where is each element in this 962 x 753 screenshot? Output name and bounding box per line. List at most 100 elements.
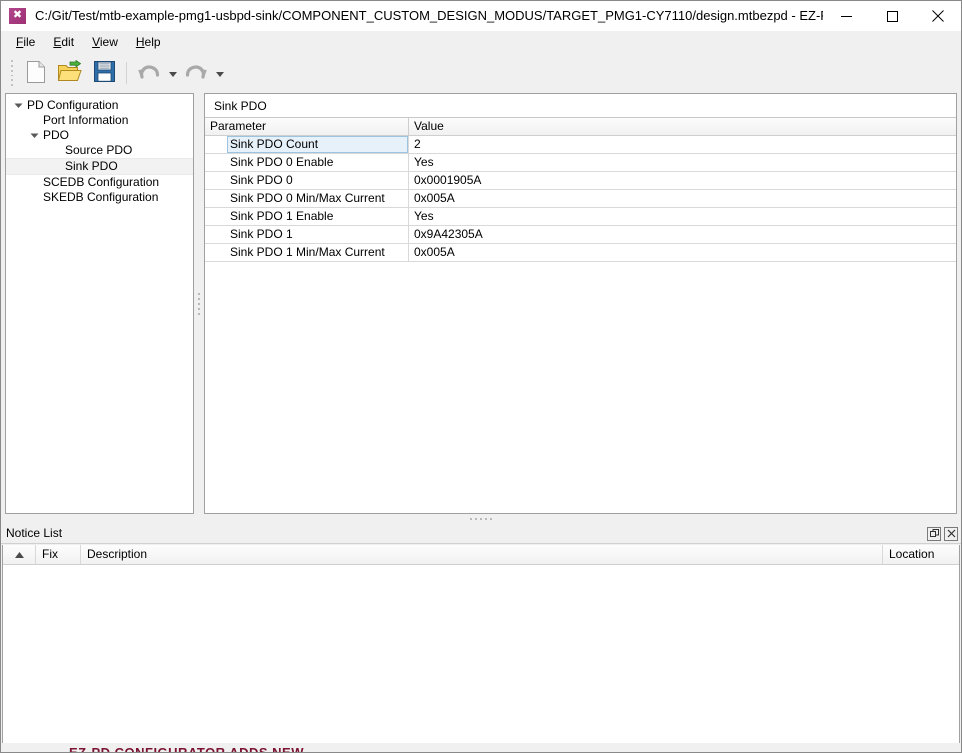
tree-item-label: SKEDB Configuration [43, 190, 159, 204]
clipped-banner-text: EZ-PD CONFIGURATOR ADDS NEW [69, 745, 304, 752]
tree-item-label: PDO [43, 128, 70, 142]
redo-icon [183, 61, 209, 86]
expander-collapse-icon[interactable] [26, 128, 42, 143]
menu-help-rest: elp [144, 35, 161, 49]
menu-file-rest: ile [23, 35, 36, 49]
column-header-location[interactable]: Location [883, 545, 959, 564]
menu-view[interactable]: View [83, 32, 127, 52]
sort-ascending-icon [14, 545, 24, 564]
tree-item-label: Port Information [43, 113, 129, 127]
tree-item-skedb-configuration[interactable]: SKEDB Configuration [6, 190, 193, 205]
cell-value[interactable]: Yes [409, 208, 951, 225]
undo-dropdown-button[interactable] [166, 56, 179, 90]
open-file-button[interactable] [53, 56, 87, 90]
menu-help[interactable]: Help [127, 32, 170, 52]
menu-edit-rest: dit [61, 35, 75, 49]
new-file-icon [25, 60, 47, 87]
tree-item-sink-pdo[interactable]: Sink PDO [6, 158, 193, 175]
table-row[interactable]: Sink PDO 0 Min/Max Current 0x005A [205, 190, 956, 208]
column-header-sort[interactable] [3, 545, 36, 564]
cell-parameter[interactable]: Sink PDO 0 Enable [205, 154, 409, 171]
redo-dropdown-button[interactable] [213, 56, 226, 90]
undo-icon [136, 61, 162, 86]
float-icon [929, 529, 939, 538]
column-header-value[interactable]: Value [409, 118, 956, 135]
minimize-button[interactable] [823, 1, 869, 31]
close-button[interactable] [944, 526, 958, 541]
menu-view-mnemonic: V [92, 35, 100, 49]
title-bar: ✖ C:/Git/Test/mtb-example-pmg1-usbpd-sin… [1, 1, 961, 31]
window-title: C:/Git/Test/mtb-example-pmg1-usbpd-sink/… [35, 8, 823, 23]
save-icon [93, 60, 116, 86]
navigation-tree-panel: PD Configuration Port Information PDO So… [5, 93, 194, 514]
cell-parameter[interactable]: Sink PDO 1 Min/Max Current [205, 244, 409, 261]
toolbar-grip[interactable] [8, 60, 16, 86]
open-folder-icon [57, 59, 83, 87]
redo-button[interactable] [179, 56, 213, 90]
table-row[interactable]: Sink PDO 1 Enable Yes [205, 208, 956, 226]
tree-item-label: Sink PDO [65, 159, 118, 173]
chevron-down-icon [168, 66, 177, 80]
cell-value[interactable]: 2 [409, 136, 951, 153]
column-header-fix[interactable]: Fix [36, 545, 81, 564]
cell-value[interactable]: 0x005A [409, 190, 951, 207]
tree-item-source-pdo[interactable]: Source PDO [6, 143, 193, 158]
notice-list-caption: Notice List [1, 524, 961, 544]
table-row[interactable]: Sink PDO 1 Min/Max Current 0x005A [205, 244, 956, 262]
notice-list-body[interactable] [3, 565, 959, 743]
navigation-tree: PD Configuration Port Information PDO So… [6, 94, 193, 205]
expander-collapse-icon[interactable] [10, 98, 26, 113]
bottom-clipped-region: EZ-PD CONFIGURATOR ADDS NEW [1, 743, 961, 752]
menu-view-rest: iew [99, 35, 118, 49]
vertical-splitter[interactable] [194, 93, 204, 514]
caption-buttons [823, 1, 961, 31]
cell-parameter-text: Sink PDO Count [230, 137, 319, 151]
horizontal-splitter[interactable] [1, 514, 961, 524]
cell-parameter[interactable]: Sink PDO 1 [205, 226, 409, 243]
cell-value[interactable]: 0x005A [409, 244, 951, 261]
close-button[interactable] [915, 1, 961, 31]
table-row[interactable]: Sink PDO 0 0x0001905A [205, 172, 956, 190]
parameter-grid: Parameter Value Sink PDO Count 2 Sink PD… [205, 118, 956, 513]
notice-list-grid: Fix Description Location [2, 545, 960, 744]
tree-item-label: SCEDB Configuration [43, 175, 160, 189]
parameter-panel: Sink PDO Parameter Value Sink PDO Count … [204, 93, 957, 514]
table-row[interactable]: Sink PDO Count 2 [205, 136, 956, 154]
toolbar-separator [126, 62, 127, 84]
table-row[interactable]: Sink PDO 1 0x9A42305A [205, 226, 956, 244]
application-window: ✖ C:/Git/Test/mtb-example-pmg1-usbpd-sin… [0, 0, 962, 753]
tree-item-port-information[interactable]: Port Information [6, 113, 193, 128]
menu-help-mnemonic: H [135, 35, 145, 49]
menu-file[interactable]: File [7, 32, 44, 52]
float-button[interactable] [927, 526, 941, 541]
menu-edit[interactable]: Edit [44, 32, 83, 52]
column-header-description[interactable]: Description [81, 545, 883, 564]
notice-list-panel: Notice List Fix Description Location [1, 524, 961, 745]
maximize-button[interactable] [869, 1, 915, 31]
table-row[interactable]: Sink PDO 0 Enable Yes [205, 154, 956, 172]
cell-value[interactable]: Yes [409, 154, 951, 171]
cell-value[interactable]: 0x0001905A [409, 172, 951, 189]
cell-parameter[interactable]: Sink PDO 0 [205, 172, 409, 189]
cell-parameter[interactable]: Sink PDO 0 Min/Max Current [205, 190, 409, 207]
tree-item-label: PD Configuration [27, 98, 119, 112]
tree-item-pdo[interactable]: PDO [6, 128, 193, 143]
cell-parameter[interactable]: Sink PDO 1 Enable [205, 208, 409, 225]
notice-list-header: Fix Description Location [3, 545, 959, 565]
tree-item-pd-configuration[interactable]: PD Configuration [6, 98, 193, 113]
cell-value[interactable]: 0x9A42305A [409, 226, 951, 243]
cell-parameter[interactable]: Sink PDO Count [205, 136, 409, 153]
panel-title: Sink PDO [205, 94, 956, 118]
ezpd-app-icon: ✖ [9, 7, 27, 25]
chevron-down-icon [215, 66, 224, 80]
column-header-parameter[interactable]: Parameter [205, 118, 409, 135]
undo-button[interactable] [132, 56, 166, 90]
tree-item-scedb-configuration[interactable]: SCEDB Configuration [6, 175, 193, 190]
new-file-button[interactable] [19, 56, 53, 90]
save-button[interactable] [87, 56, 121, 90]
menu-bar: File Edit View Help [1, 31, 961, 53]
